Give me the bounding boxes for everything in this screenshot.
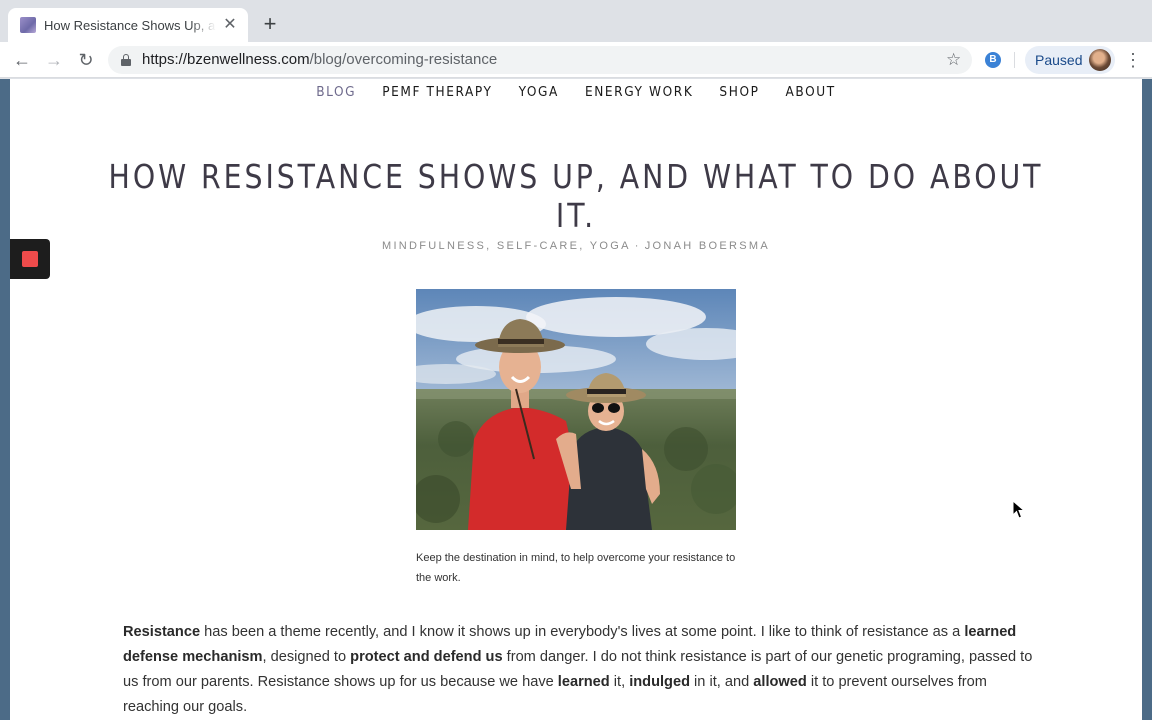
new-tab-icon[interactable]: +: [259, 13, 281, 35]
avatar: [1089, 49, 1111, 71]
reload-icon[interactable]: ↻: [74, 48, 98, 72]
toolbar-divider: [1014, 52, 1015, 68]
tab-close-icon[interactable]: ✕: [222, 17, 238, 33]
text-run: it,: [609, 674, 630, 690]
bold-phrase: learned: [557, 674, 610, 690]
bold-phrase: Resistance: [123, 624, 201, 640]
tab-title: How Resistance Shows Up, and What to Do …: [44, 17, 216, 33]
tab-strip: How Resistance Shows Up, and What to Do …: [0, 0, 1152, 42]
nav-link-about[interactable]: ABOUT: [786, 84, 836, 100]
extension-icon[interactable]: B: [985, 52, 1001, 68]
nav-link-yoga[interactable]: YOGA: [519, 84, 559, 100]
kebab-menu-icon[interactable]: ⋮: [1124, 48, 1142, 72]
post-paragraph: Resistance has been a theme recently, an…: [123, 620, 1033, 720]
address-url[interactable]: https://bzenwellness.com/blog/overcoming…: [142, 46, 497, 74]
url-path: /blog/overcoming-resistance: [309, 51, 498, 68]
url-host: https://bzenwellness.com: [142, 51, 310, 68]
page-content: BLOG PEMF THERAPY YOGA ENERGY WORK SHOP ABOUT…: [10, 79, 1142, 720]
browser-toolbar: ← → ↻ https://bzenwellness.com/blog/over…: [0, 42, 1152, 78]
meta-separator: ·: [634, 240, 641, 252]
site-favicon-icon: [20, 17, 36, 33]
post-meta: MINDFULNESS, SELF-CARE, YOGA · JONAH BOERS…: [10, 240, 1142, 252]
address-bar[interactable]: https://bzenwellness.com/blog/overcoming…: [108, 46, 972, 74]
bookmark-star-icon[interactable]: ☆: [946, 49, 961, 71]
post-title: HOW RESISTANCE SHOWS UP, AND WHAT TO DO …: [108, 157, 1044, 235]
post-hero-image: [416, 289, 736, 530]
post-author[interactable]: JONAH BOERSMA: [645, 240, 770, 252]
bold-phrase: allowed: [753, 674, 807, 690]
image-caption: Keep the destination in mind, to help ov…: [416, 552, 736, 584]
profile-button[interactable]: Paused: [1025, 46, 1115, 74]
nav-link-energy-work[interactable]: ENERGY WORK: [585, 84, 693, 100]
nav-link-shop[interactable]: SHOP: [719, 84, 759, 100]
bold-phrase: protect and defend us: [350, 649, 503, 665]
post-categories[interactable]: MINDFULNESS, SELF-CARE, YOGA: [382, 240, 631, 252]
lock-icon[interactable]: [121, 54, 131, 66]
profile-status-label: Paused: [1035, 52, 1083, 68]
page-viewport: BLOG PEMF THERAPY YOGA ENERGY WORK SHOP ABOUT…: [0, 79, 1152, 720]
bold-phrase: indulged: [629, 674, 690, 690]
mouse-cursor-icon: [1012, 500, 1026, 519]
text-run: in it, and: [690, 674, 754, 690]
browser-tab[interactable]: How Resistance Shows Up, and What to Do …: [8, 8, 248, 42]
record-stop-icon: [22, 251, 38, 267]
text-run: , designed to: [262, 649, 351, 665]
nav-link-blog[interactable]: BLOG: [316, 84, 356, 100]
hero-photo: [416, 289, 736, 530]
back-arrow-icon[interactable]: ←: [10, 48, 34, 72]
text-run: has been a theme recently, and I know it…: [200, 624, 965, 640]
nav-link-pemf-therapy[interactable]: PEMF THERAPY: [382, 84, 492, 100]
site-navigation: BLOG PEMF THERAPY YOGA ENERGY WORK SHOP ABOUT: [10, 84, 1142, 100]
forward-arrow-icon[interactable]: →: [42, 48, 66, 72]
screen-record-button[interactable]: [10, 239, 50, 279]
